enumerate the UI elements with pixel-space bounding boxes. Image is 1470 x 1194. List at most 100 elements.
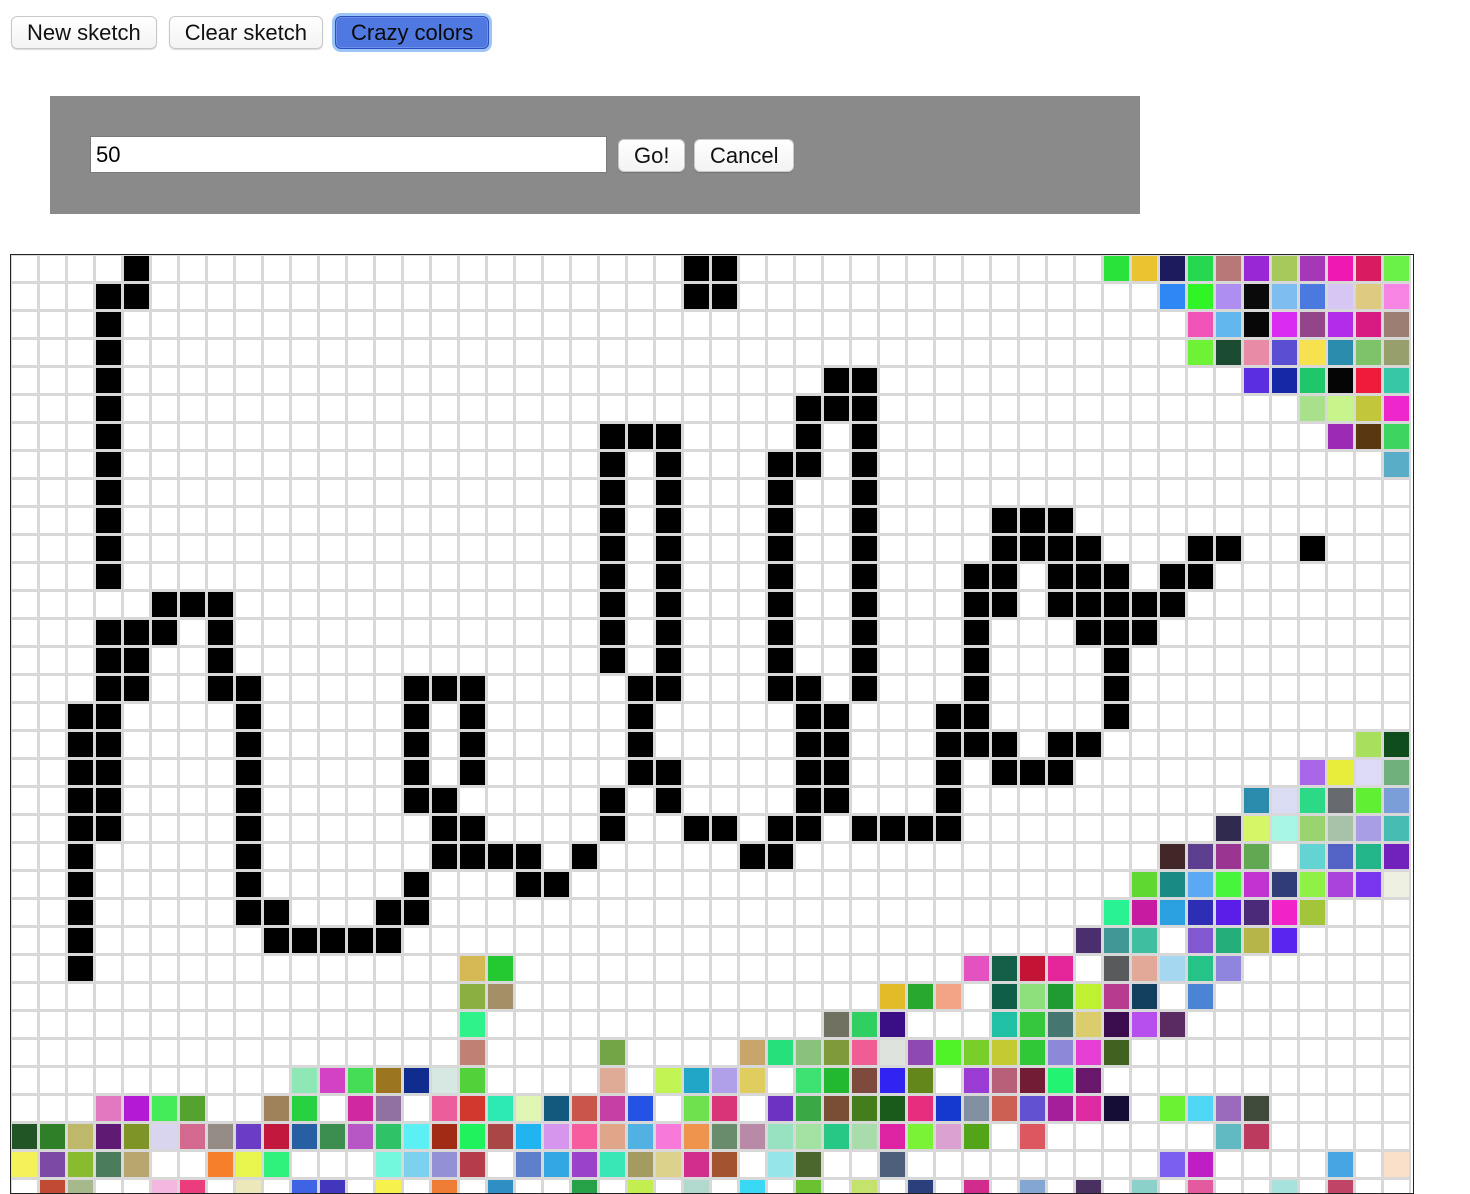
- grid-cell[interactable]: [906, 1094, 935, 1123]
- grid-cell[interactable]: [654, 898, 683, 927]
- grid-cell[interactable]: [402, 422, 431, 451]
- grid-cell[interactable]: [206, 758, 235, 787]
- grid-cell[interactable]: [1354, 1066, 1383, 1095]
- grid-cell[interactable]: [1102, 898, 1131, 927]
- grid-cell[interactable]: [486, 1150, 515, 1179]
- grid-cell[interactable]: [206, 506, 235, 535]
- grid-cell[interactable]: [1270, 394, 1299, 423]
- grid-cell[interactable]: [150, 562, 179, 591]
- grid-cell[interactable]: [1074, 870, 1103, 899]
- grid-cell[interactable]: [458, 1010, 487, 1039]
- grid-cell[interactable]: [66, 758, 95, 787]
- grid-cell[interactable]: [1158, 646, 1187, 675]
- grid-cell[interactable]: [710, 562, 739, 591]
- grid-cell[interactable]: [318, 982, 347, 1011]
- grid-cell[interactable]: [1018, 450, 1047, 479]
- grid-cell[interactable]: [262, 282, 291, 311]
- grid-cell[interactable]: [850, 982, 879, 1011]
- grid-cell[interactable]: [206, 422, 235, 451]
- grid-cell[interactable]: [38, 1122, 67, 1151]
- grid-cell[interactable]: [234, 646, 263, 675]
- grid-cell[interactable]: [654, 702, 683, 731]
- grid-cell[interactable]: [122, 702, 151, 731]
- grid-cell[interactable]: [1270, 702, 1299, 731]
- grid-cell[interactable]: [1158, 590, 1187, 619]
- grid-cell[interactable]: [738, 534, 767, 563]
- grid-cell[interactable]: [1298, 1178, 1327, 1193]
- grid-cell[interactable]: [850, 1178, 879, 1193]
- grid-cell[interactable]: [402, 534, 431, 563]
- grid-cell[interactable]: [318, 338, 347, 367]
- grid-cell[interactable]: [990, 730, 1019, 759]
- grid-cell[interactable]: [122, 590, 151, 619]
- grid-cell[interactable]: [542, 758, 571, 787]
- grid-cell[interactable]: [514, 366, 543, 395]
- grid-cell[interactable]: [906, 1122, 935, 1151]
- grid-cell[interactable]: [514, 1066, 543, 1095]
- grid-cell[interactable]: [66, 1178, 95, 1193]
- grid-cell[interactable]: [906, 758, 935, 787]
- grid-cell[interactable]: [458, 898, 487, 927]
- grid-cell[interactable]: [234, 562, 263, 591]
- grid-cell[interactable]: [682, 394, 711, 423]
- grid-cell[interactable]: [234, 1094, 263, 1123]
- grid-cell[interactable]: [346, 646, 375, 675]
- grid-cell[interactable]: [794, 1038, 823, 1067]
- grid-cell[interactable]: [598, 1122, 627, 1151]
- grid-cell[interactable]: [1018, 786, 1047, 815]
- grid-cell[interactable]: [1354, 562, 1383, 591]
- grid-cell[interactable]: [1298, 982, 1327, 1011]
- grid-cell[interactable]: [822, 1066, 851, 1095]
- grid-cell[interactable]: [1074, 1122, 1103, 1151]
- grid-cell[interactable]: [934, 1038, 963, 1067]
- grid-cell[interactable]: [934, 674, 963, 703]
- grid-cell[interactable]: [878, 282, 907, 311]
- grid-cell[interactable]: [346, 954, 375, 983]
- grid-cell[interactable]: [1242, 1010, 1271, 1039]
- grid-cell[interactable]: [290, 1122, 319, 1151]
- grid-cell[interactable]: [822, 1010, 851, 1039]
- grid-cell[interactable]: [11, 1150, 39, 1179]
- grid-cell[interactable]: [94, 1010, 123, 1039]
- grid-cell[interactable]: [122, 534, 151, 563]
- grid-cell[interactable]: [990, 870, 1019, 899]
- grid-cell[interactable]: [66, 534, 95, 563]
- grid-cell[interactable]: [178, 478, 207, 507]
- grid-cell[interactable]: [430, 366, 459, 395]
- grid-cell[interactable]: [1354, 590, 1383, 619]
- grid-cell[interactable]: [1018, 730, 1047, 759]
- grid-cell[interactable]: [94, 814, 123, 843]
- grid-cell[interactable]: [682, 1150, 711, 1179]
- grid-cell[interactable]: [1186, 618, 1215, 647]
- grid-cell[interactable]: [906, 590, 935, 619]
- grid-cell[interactable]: [1074, 478, 1103, 507]
- grid-cell[interactable]: [962, 982, 991, 1011]
- grid-cell[interactable]: [290, 366, 319, 395]
- grid-cell[interactable]: [318, 1178, 347, 1193]
- grid-cell[interactable]: [206, 338, 235, 367]
- grid-cell[interactable]: [1102, 394, 1131, 423]
- grid-cell[interactable]: [850, 366, 879, 395]
- grid-cell[interactable]: [570, 842, 599, 871]
- grid-cell[interactable]: [150, 534, 179, 563]
- grid-cell[interactable]: [1242, 1178, 1271, 1193]
- grid-cell[interactable]: [990, 506, 1019, 535]
- grid-cell[interactable]: [626, 506, 655, 535]
- grid-cell[interactable]: [290, 478, 319, 507]
- grid-cell[interactable]: [1382, 506, 1411, 535]
- grid-cell[interactable]: [1270, 282, 1299, 311]
- grid-cell[interactable]: [626, 702, 655, 731]
- grid-cell[interactable]: [1242, 590, 1271, 619]
- grid-cell[interactable]: [1102, 702, 1131, 731]
- grid-cell[interactable]: [11, 618, 39, 647]
- grid-cell[interactable]: [1102, 534, 1131, 563]
- grid-cell[interactable]: [1354, 898, 1383, 927]
- grid-cell[interactable]: [11, 338, 39, 367]
- grid-cell[interactable]: [514, 562, 543, 591]
- grid-cell[interactable]: [1130, 394, 1159, 423]
- grid-cell[interactable]: [934, 590, 963, 619]
- grid-cell[interactable]: [654, 786, 683, 815]
- grid-cell[interactable]: [402, 590, 431, 619]
- grid-cell[interactable]: [346, 366, 375, 395]
- grid-cell[interactable]: [66, 310, 95, 339]
